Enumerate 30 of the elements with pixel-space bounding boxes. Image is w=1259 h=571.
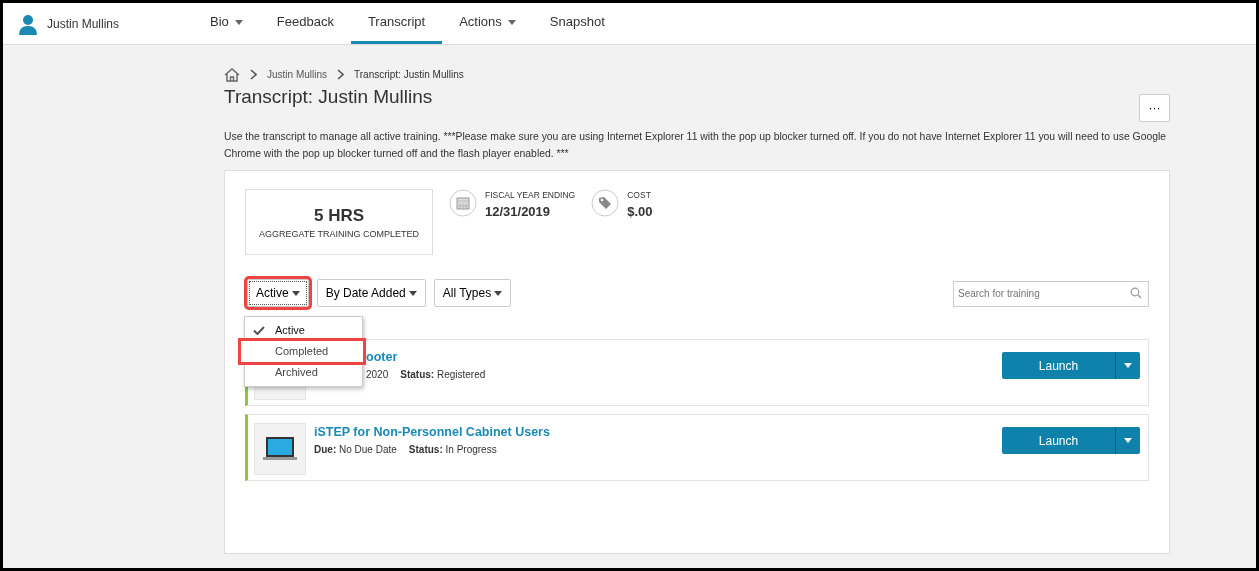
- stat-label: FISCAL YEAR ENDING: [485, 189, 576, 202]
- due-text: 2020: [366, 367, 389, 382]
- stat-value: $.00: [627, 202, 653, 221]
- stat-label: COST: [627, 189, 652, 202]
- launch-button[interactable]: Launch: [1002, 352, 1116, 379]
- filter-dropdown[interactable]: All Types: [433, 279, 512, 307]
- filter-dropdown[interactable]: By Date Added: [316, 279, 426, 307]
- summary-value: 5 HRS: [313, 204, 365, 227]
- training-title[interactable]: ooter: [366, 348, 486, 367]
- description-text: Use the transcript to manage all active training. ***Please make sure you are using Internet Explorer 11 with the pop up blocker turned off. If you do not have Internet Explorer 11 you will need to use Google Chrome with the pop up blocker turned off and the flash player enabled. ***: [224, 130, 1168, 161]
- nav-tab[interactable]: Bio: [193, 3, 260, 44]
- nav-tab[interactable]: Feedback: [259, 3, 351, 44]
- status-text: Status: Registered: [400, 367, 486, 382]
- breadcrumb-current: Transcript: Justin Mullins: [354, 68, 464, 82]
- stat-value: 12/31/2019: [485, 202, 552, 221]
- nav-tab[interactable]: Transcript: [350, 3, 443, 44]
- status-text: Status: In Progress: [408, 442, 497, 457]
- user-name: Justin Mullins: [47, 15, 120, 33]
- summary-label: AGGREGATE TRAINING COMPLETED: [258, 228, 420, 241]
- breadcrumb-link[interactable]: Justin Mullins: [267, 67, 328, 82]
- nav-tab[interactable]: Snapshot: [532, 3, 622, 44]
- training-title[interactable]: iSTEP for Non-Personnel Cabinet Users: [314, 423, 550, 442]
- due-text: Due: No Due Date: [314, 442, 397, 457]
- nav-tab[interactable]: Actions: [442, 3, 533, 44]
- page-title: Transcript: Justin Mullins: [224, 86, 433, 109]
- filter-dropdown[interactable]: Active: [247, 279, 309, 307]
- search-field[interactable]: Search for training: [953, 280, 1149, 307]
- more-button[interactable]: ···: [1139, 94, 1170, 122]
- launch-button[interactable]: Launch: [1002, 427, 1116, 454]
- menu-item[interactable]: Completed: [241, 341, 363, 362]
